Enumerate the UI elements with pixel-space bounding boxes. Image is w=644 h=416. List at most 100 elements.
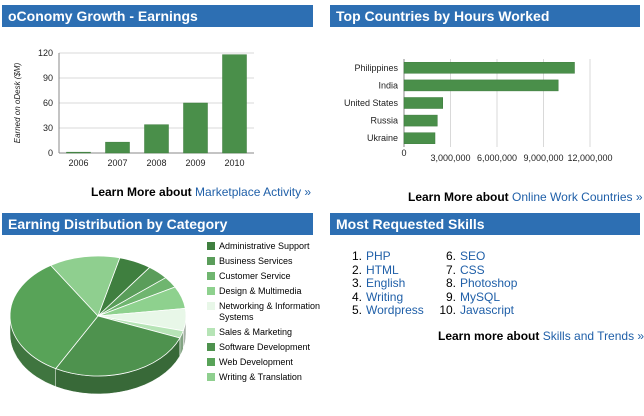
skill-link-php[interactable]: PHP (366, 249, 391, 263)
skill-link-html[interactable]: HTML (366, 263, 399, 277)
earnings-bar-chart: 0 30 60 90 120 2006 2007 2008 2009 2010 Earned on … (13, 48, 254, 168)
skill-link-writing[interactable]: Writing (366, 290, 403, 304)
skill-number: 1. (351, 249, 362, 263)
skill-item: 4. Writing (348, 289, 424, 305)
legend-swatch (207, 287, 215, 295)
earnings-growth-title: oConomy Growth - Earnings (2, 5, 313, 27)
legend-label: Customer Service (219, 271, 291, 281)
skill-link-photoshop[interactable]: Photoshop (460, 276, 517, 290)
legend-swatch (207, 257, 215, 265)
top-countries-panel: Top Countries by Hours Worked 0 3,000,000… (330, 5, 643, 205)
legend-item: Sales & Marketing (207, 327, 329, 338)
x-tick-label: 6,000,000 (477, 153, 517, 163)
skill-item: 10. Javascript (434, 303, 517, 318)
legend-item: Business Services (207, 256, 329, 267)
skills-learn-prefix: Learn more about (438, 329, 540, 343)
y-tick-label: 60 (43, 98, 53, 108)
skills-learn-more: Learn more about Skills and Trends » (438, 329, 644, 343)
category-label: Ukraine (367, 133, 398, 143)
skill-item: 9. MySQL (434, 289, 517, 305)
skill-number: 8. (445, 276, 456, 290)
growth-learn-prefix: Learn More about (91, 185, 192, 199)
skill-item: 1. PHP (348, 249, 424, 264)
bar-india (403, 79, 559, 92)
x-tick-label: 2007 (107, 158, 127, 168)
legend-item: Networking & Information Systems (207, 301, 329, 323)
skill-number: 9. (445, 289, 456, 304)
skill-item: 8. Photoshop (434, 276, 517, 291)
skill-number: 10. (439, 303, 456, 317)
y-tick-label: 120 (38, 48, 53, 58)
legend-swatch (207, 302, 215, 310)
y-tick-label: 30 (43, 123, 53, 133)
category-label: Russia (370, 116, 398, 126)
skills-column-2: 6. SEO 7. CSS 8. Photoshop 9. MySQL 10. Javas… (434, 249, 517, 318)
legend-item: Administrative Support (207, 241, 329, 252)
bar-philippines (403, 62, 575, 74)
category-pie-chart (9, 255, 187, 395)
skill-link-css[interactable]: CSS (460, 263, 485, 277)
earnings-growth-panel: oConomy Growth - Earnings 0 30 60 90 120 2006… (2, 5, 313, 205)
x-tick-label: 2008 (146, 158, 166, 168)
x-tick-label: 3,000,000 (430, 153, 470, 163)
skill-item: 2. HTML (348, 262, 424, 278)
legend-swatch (207, 328, 215, 336)
legend-label: Writing & Translation (219, 372, 302, 382)
bar-2008 (144, 124, 169, 154)
bar-2009 (183, 102, 208, 154)
legend-label: Design & Multimedia (219, 286, 302, 296)
bar-2006 (66, 151, 91, 154)
legend-item: Web Development (207, 357, 329, 368)
skill-link-seo[interactable]: SEO (460, 249, 485, 263)
skill-link-mysql[interactable]: MySQL (460, 290, 500, 304)
category-distribution-title: Earning Distribution by Category (2, 213, 313, 235)
bar-ukraine (403, 132, 436, 144)
skills-and-trends-link[interactable]: Skills and Trends » (543, 329, 644, 343)
skill-item: 3. English (348, 276, 424, 291)
skill-link-english[interactable]: English (366, 276, 405, 290)
x-tick-label: 2010 (224, 158, 244, 168)
legend-label: Business Services (219, 256, 293, 266)
skill-item: 5. Wordpress (348, 303, 424, 318)
skill-link-javascript[interactable]: Javascript (460, 303, 514, 317)
skill-item: 7. CSS (434, 262, 517, 278)
marketplace-activity-link[interactable]: Marketplace Activity » (195, 185, 311, 199)
legend-item: Writing & Translation (207, 372, 329, 383)
bar-russia (403, 114, 438, 127)
legend-swatch (207, 373, 215, 381)
x-tick-label: 2006 (68, 158, 88, 168)
legend-label: Administrative Support (219, 241, 310, 251)
y-tick-label: 90 (43, 73, 53, 83)
countries-learn-prefix: Learn More about (408, 190, 509, 204)
x-tick-label: 0 (401, 148, 406, 158)
x-tick-label: 2009 (185, 158, 205, 168)
countries-learn-more: Learn More about Online Work Countries » (408, 190, 643, 204)
skill-number: 5. (351, 303, 362, 317)
y-tick-label: 0 (48, 148, 53, 158)
x-tick-label: 9,000,000 (523, 153, 563, 163)
legend-label: Networking & Information Systems (219, 301, 321, 322)
bar-2010 (222, 54, 247, 154)
skills-title: Most Requested Skills (330, 213, 640, 235)
top-countries-title: Top Countries by Hours Worked (330, 5, 640, 27)
online-work-countries-link[interactable]: Online Work Countries » (512, 190, 643, 204)
legend-item: Customer Service (207, 271, 329, 282)
skill-number: 3. (351, 276, 362, 290)
category-legend: Administrative Support Business Services C… (207, 241, 329, 387)
legend-swatch (207, 343, 215, 351)
legend-label: Software Development (219, 342, 311, 352)
legend-item: Software Development (207, 342, 329, 353)
bar-2007 (105, 141, 130, 154)
category-label: Philippines (354, 63, 398, 73)
skill-number: 4. (351, 289, 362, 304)
skill-number: 2. (351, 262, 362, 277)
legend-swatch (207, 272, 215, 280)
skill-link-wordpress[interactable]: Wordpress (366, 303, 424, 317)
category-label: India (378, 80, 398, 90)
category-label: United States (344, 98, 399, 108)
skill-item: 6. SEO (434, 249, 517, 264)
skill-number: 7. (445, 262, 456, 277)
legend-swatch (207, 242, 215, 250)
y-axis-label: Earned on oDesk ($M) (13, 62, 22, 143)
bar-united-states (403, 97, 443, 109)
